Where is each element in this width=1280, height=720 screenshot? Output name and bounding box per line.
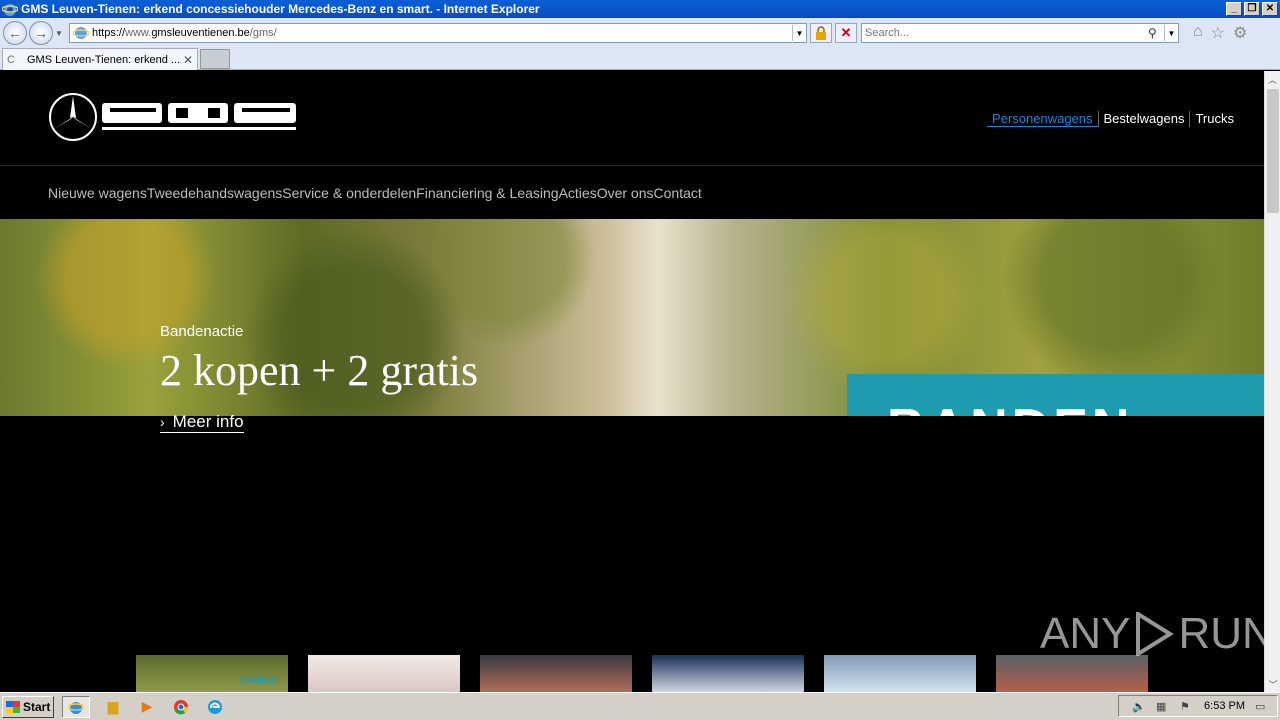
search-icon[interactable]: ⚲ bbox=[1148, 26, 1164, 40]
home-icon[interactable]: ⌂ bbox=[1193, 23, 1203, 43]
chrome-icon bbox=[174, 699, 189, 714]
meer-info-label: Meer info bbox=[172, 412, 244, 431]
page-favicon-icon bbox=[73, 27, 89, 39]
close-icon: ✕ bbox=[840, 25, 852, 40]
nav-tweedehandswagens[interactable]: Tweedehandswagens bbox=[147, 185, 282, 201]
loading-spinner-icon: C bbox=[7, 53, 15, 66]
taskbar-media-player[interactable]: ▶ bbox=[136, 696, 158, 718]
gms-mercedes-logo[interactable] bbox=[48, 91, 298, 143]
nav-acties[interactable]: Acties bbox=[559, 185, 597, 201]
nav-nieuwe-wagens[interactable]: Nieuwe wagens bbox=[48, 185, 147, 201]
internet-explorer-icon bbox=[68, 701, 84, 714]
taskbar-chrome[interactable] bbox=[170, 696, 192, 718]
edge-icon bbox=[208, 699, 222, 714]
vertical-scrollbar[interactable]: ︿ ﹀ bbox=[1264, 71, 1280, 692]
watermark-text-2: RUN bbox=[1178, 609, 1264, 658]
show-desktop-icon[interactable]: ▭ bbox=[1255, 700, 1269, 713]
restore-button[interactable]: ❐ bbox=[1244, 2, 1260, 16]
minimize-button[interactable]: _ bbox=[1226, 2, 1242, 16]
chevron-down-icon: ▼ bbox=[1167, 28, 1176, 38]
play-icon bbox=[1136, 612, 1175, 656]
tab-label: GMS Leuven-Tienen: erkend ... bbox=[27, 53, 181, 66]
search-box[interactable]: ⚲ ▼ bbox=[861, 23, 1179, 43]
web-page: Personenwagens Bestelwagens Trucks Nieuw… bbox=[0, 71, 1264, 692]
scroll-up-icon[interactable]: ︿ bbox=[1265, 71, 1280, 87]
clock[interactable]: 6:53 PM bbox=[1204, 700, 1245, 712]
scrollbar-thumb[interactable] bbox=[1267, 89, 1279, 213]
folder-icon: ▆ bbox=[107, 698, 119, 714]
address-dropdown[interactable]: ▼ bbox=[792, 25, 806, 41]
chevron-right-icon: › bbox=[160, 414, 165, 430]
hero-kicker: Bandenactie bbox=[160, 323, 244, 340]
nav-service-onderdelen[interactable]: Service & onderdelen bbox=[282, 185, 416, 201]
arrow-right-icon: → bbox=[34, 25, 48, 41]
chevron-down-icon: ▼ bbox=[795, 28, 804, 38]
back-button[interactable]: ← bbox=[3, 21, 27, 45]
system-tray: 🔈 ▦ ⚑ 6:53 PM ▭ bbox=[1118, 695, 1278, 717]
internet-explorer-icon bbox=[2, 4, 18, 16]
thumbnail-1[interactable]: BANDEN bbox=[136, 655, 288, 692]
window-title-bar: GMS Leuven-Tienen: erkend concessiehoude… bbox=[0, 0, 1280, 18]
thumbnail-4[interactable] bbox=[652, 655, 804, 692]
url-host: gmsleuventienen.be bbox=[151, 27, 250, 39]
window-title: GMS Leuven-Tienen: erkend concessiehoude… bbox=[21, 2, 540, 16]
volume-icon[interactable]: 🔈 bbox=[1132, 700, 1146, 713]
main-navigation: Nieuwe wagens Tweedehandswagens Service … bbox=[48, 185, 702, 201]
start-label: Start bbox=[23, 699, 51, 714]
thumbnail-5[interactable] bbox=[824, 655, 976, 692]
url-subdomain: www. bbox=[125, 27, 152, 39]
stop-button[interactable]: ✕ bbox=[835, 23, 857, 43]
link-bestelwagens[interactable]: Bestelwagens bbox=[1097, 111, 1190, 127]
address-url[interactable]: https://www.gmsleuventienen.be/gms/ bbox=[92, 27, 792, 39]
address-bar[interactable]: https://www.gmsleuventienen.be/gms/ ▼ bbox=[69, 23, 807, 43]
banden-panel: BANDEN bbox=[847, 374, 1264, 416]
start-button[interactable]: Start bbox=[2, 695, 54, 718]
nav-financiering-leasing[interactable]: Financiering & Leasing bbox=[416, 185, 558, 201]
media-player-icon: ▶ bbox=[141, 698, 153, 714]
search-dropdown[interactable]: ▼ bbox=[1164, 25, 1178, 41]
security-lock-button[interactable] bbox=[810, 23, 832, 43]
taskbar-edge[interactable] bbox=[204, 696, 226, 718]
windows-flag-icon bbox=[6, 700, 20, 713]
scroll-down-icon[interactable]: ﹀ bbox=[1265, 676, 1280, 692]
new-tab-button[interactable] bbox=[200, 49, 230, 69]
thumbnail-2[interactable] bbox=[308, 655, 460, 692]
url-scheme: https:// bbox=[92, 27, 126, 39]
lock-icon bbox=[816, 26, 826, 40]
banden-panel-text: BANDEN bbox=[887, 398, 1133, 416]
thumbnail-3[interactable] bbox=[480, 655, 632, 692]
link-trucks[interactable]: Trucks bbox=[1189, 111, 1239, 127]
action-center-flag-icon[interactable]: ⚑ bbox=[1180, 700, 1194, 713]
meer-info-link[interactable]: › Meer info bbox=[160, 412, 244, 433]
settings-gear-icon[interactable]: ⚙ bbox=[1233, 23, 1247, 43]
nav-contact[interactable]: Contact bbox=[654, 185, 702, 201]
hero-banner[interactable]: BANDEN Bandenactie 2 kopen + 2 gratis bbox=[0, 219, 1264, 416]
windows-taskbar: Start ▆ ▶ 🔈 ▦ ⚑ 6:53 PM ▭ bbox=[0, 692, 1280, 720]
thumbnail-6[interactable] bbox=[996, 655, 1148, 692]
hero-headline: 2 kopen + 2 gratis bbox=[160, 346, 479, 395]
tab-strip: C GMS Leuven-Tienen: erkend ... ✕ bbox=[0, 48, 1280, 70]
tab-gms[interactable]: C GMS Leuven-Tienen: erkend ... ✕ bbox=[2, 48, 198, 70]
favorites-star-icon[interactable]: ☆ bbox=[1211, 23, 1225, 43]
navigation-bar: ← → ▼ https://www.gmsleuventienen.be/gms… bbox=[0, 18, 1280, 48]
taskbar-explorer[interactable]: ▆ bbox=[102, 696, 124, 718]
vehicle-category-links: Personenwagens Bestelwagens Trucks bbox=[987, 111, 1239, 127]
close-button[interactable]: ✕ bbox=[1262, 2, 1278, 16]
forward-button[interactable]: → bbox=[29, 21, 53, 45]
slider-thumbnails: BANDEN bbox=[136, 655, 1148, 692]
site-header: Personenwagens Bestelwagens Trucks bbox=[0, 71, 1264, 166]
taskbar-internet-explorer[interactable] bbox=[62, 695, 90, 718]
history-dropdown[interactable]: ▼ bbox=[55, 29, 65, 38]
network-icon[interactable]: ▦ bbox=[1156, 700, 1170, 713]
anyrun-watermark: ANY RUN bbox=[1040, 609, 1264, 659]
watermark-text-1: ANY bbox=[1040, 609, 1131, 658]
thumbnail-label: BANDEN bbox=[240, 675, 279, 685]
nav-over-ons[interactable]: Over ons bbox=[597, 185, 654, 201]
link-personenwagens[interactable]: Personenwagens bbox=[987, 111, 1098, 127]
tab-close-icon[interactable]: ✕ bbox=[183, 53, 197, 67]
arrow-left-icon: ← bbox=[8, 25, 22, 41]
search-input[interactable] bbox=[862, 27, 1148, 39]
url-path: /gms/ bbox=[249, 27, 277, 39]
